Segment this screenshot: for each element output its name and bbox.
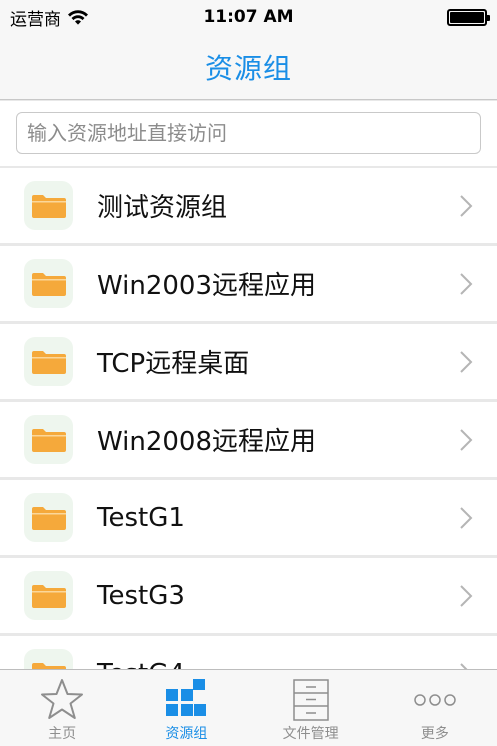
list-item[interactable]: TestG1 — [0, 480, 497, 555]
folder-icon-tile — [24, 337, 73, 386]
chevron-right-icon — [460, 663, 468, 669]
chevron-right-icon — [460, 429, 473, 451]
resource-address-input[interactable] — [16, 112, 481, 154]
chevron-right-icon — [460, 195, 473, 217]
page-title: 资源组 — [204, 51, 292, 85]
more-icon — [414, 694, 456, 706]
resource-group-name: TestG3 — [97, 580, 185, 611]
tab-bar: 主页 资源组 文件管理 更多 — [0, 669, 497, 746]
file-cabinet-icon — [292, 679, 329, 721]
tab-label: 资源组 — [165, 726, 208, 742]
folder-icon — [31, 662, 66, 669]
resource-group-name: TestG1 — [97, 502, 185, 533]
tab-more[interactable]: 更多 — [373, 670, 497, 746]
folder-icon-tile — [24, 415, 73, 464]
list-item[interactable]: 测试资源组 — [0, 168, 497, 243]
status-bar: 运营商 11:07 AM — [0, 0, 497, 34]
folder-icon — [31, 350, 66, 374]
list-item[interactable]: TestG3 — [0, 558, 497, 633]
tab-resource-groups[interactable]: 资源组 — [124, 670, 248, 746]
wifi-icon — [68, 10, 88, 25]
folder-icon — [31, 428, 66, 452]
battery-icon — [447, 8, 490, 26]
search-bar — [0, 101, 497, 166]
resource-group-name: TCP远程桌面 — [97, 349, 250, 379]
carrier-label: 运营商 — [10, 9, 61, 30]
star-icon — [41, 679, 84, 719]
resource-group-name: Win2003远程应用 — [97, 271, 317, 301]
chevron-right-icon — [460, 273, 473, 295]
chevron-right-icon — [460, 507, 473, 529]
folder-icon — [31, 272, 66, 296]
folder-icon-tile — [24, 181, 73, 230]
resource-group-name: TestG4 — [97, 636, 185, 670]
list-item[interactable]: Win2003远程应用 — [0, 246, 497, 321]
chevron-right-icon — [460, 351, 473, 373]
folder-icon-tile — [24, 493, 73, 542]
folder-icon-tile — [24, 649, 73, 669]
grid-icon — [166, 679, 207, 716]
list-item[interactable]: TCP远程桌面 — [0, 324, 497, 399]
resource-group-name: Win2008远程应用 — [97, 427, 317, 457]
tab-file-management[interactable]: 文件管理 — [249, 670, 373, 746]
tab-home[interactable]: 主页 — [0, 670, 124, 746]
list-item[interactable]: Win2008远程应用 — [0, 402, 497, 477]
folder-icon-tile — [24, 571, 73, 620]
resource-group-name: 测试资源组 — [97, 193, 228, 223]
status-left: 运营商 — [10, 5, 89, 30]
folder-icon — [31, 506, 66, 530]
folder-icon — [31, 584, 66, 608]
tab-label: 文件管理 — [282, 726, 339, 742]
folder-icon-tile — [24, 259, 73, 308]
list-item[interactable]: TestG4 — [0, 636, 497, 669]
tab-label: 更多 — [420, 726, 449, 742]
navigation-bar: 资源组 — [0, 34, 497, 100]
tab-label: 主页 — [48, 726, 77, 742]
chevron-right-icon — [460, 585, 473, 607]
folder-icon — [31, 194, 66, 218]
resource-group-list: 测试资源组 Win2003远程应用 TCP远程桌面 Win2008远程应用 TestG1… — [0, 168, 497, 669]
